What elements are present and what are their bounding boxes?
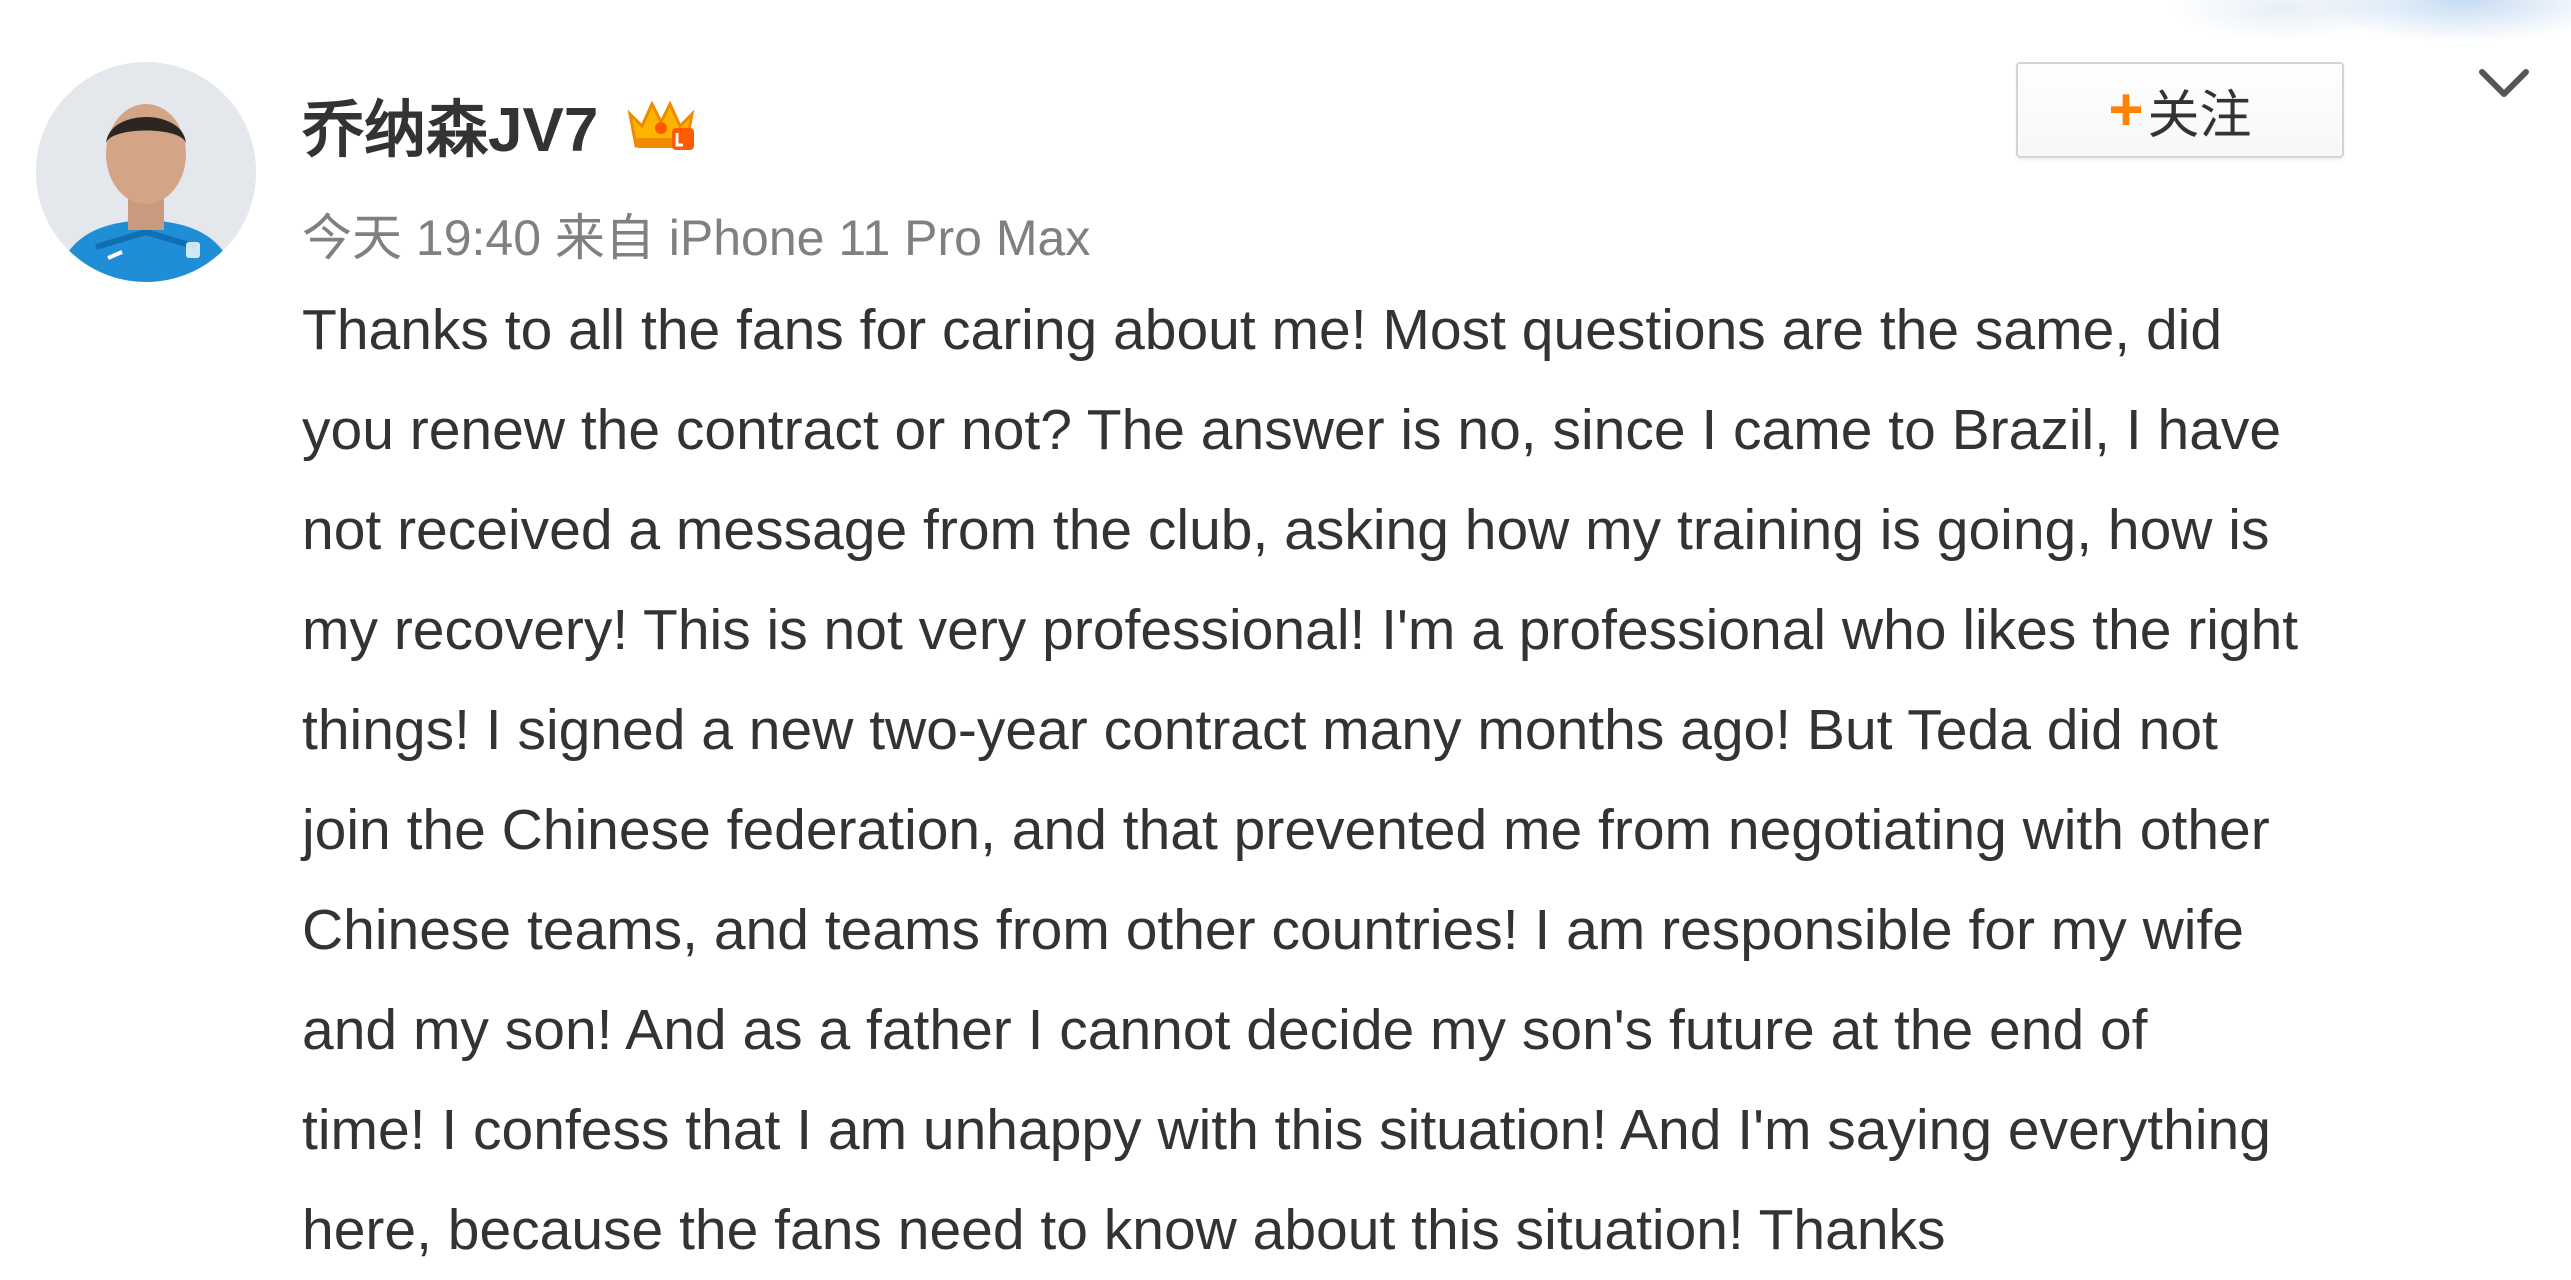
post-text-line: here, because the fans need to know abou… xyxy=(302,1198,1946,1262)
post-text-line: join the Chinese federation, and that pr… xyxy=(302,798,2270,862)
avatar-image xyxy=(36,62,256,282)
post-text: Thanks to all the fans for caring about … xyxy=(302,280,2552,1280)
post-text-line: my recovery! This is not very profession… xyxy=(302,598,2299,662)
avatar[interactable] xyxy=(36,62,256,282)
vip-crown-icon[interactable] xyxy=(624,92,698,156)
post-header: 乔纳森JV7 xyxy=(302,84,698,165)
post-text-line: you renew the contract or not? The answe… xyxy=(302,398,2282,462)
follow-label: 关注 xyxy=(2147,86,2252,145)
post-meta: 今天 19:40 来自 iPhone 11 Pro Max xyxy=(302,210,1091,266)
post-text-line: things! I signed a new two-year contract… xyxy=(302,698,2218,762)
weibo-post: 乔纳森JV7 今天 19:40 来自 iPhone 11 Pro Max + 关… xyxy=(0,0,2571,1280)
plus-icon: + xyxy=(2108,76,2144,143)
username[interactable]: 乔纳森JV7 xyxy=(302,79,598,169)
follow-button[interactable]: + 关注 xyxy=(2016,62,2344,158)
post-text-line: Thanks to all the fans for caring about … xyxy=(302,298,2223,362)
chevron-down-icon[interactable] xyxy=(2474,62,2534,106)
post-text-line: Chinese teams, and teams from other coun… xyxy=(302,898,2244,962)
post-text-line: time! I confess that I am unhappy with t… xyxy=(302,1098,2271,1162)
post-text-line: and my son! And as a father I cannot dec… xyxy=(302,998,2148,1062)
post-text-line: not received a message from the club, as… xyxy=(302,498,2270,562)
